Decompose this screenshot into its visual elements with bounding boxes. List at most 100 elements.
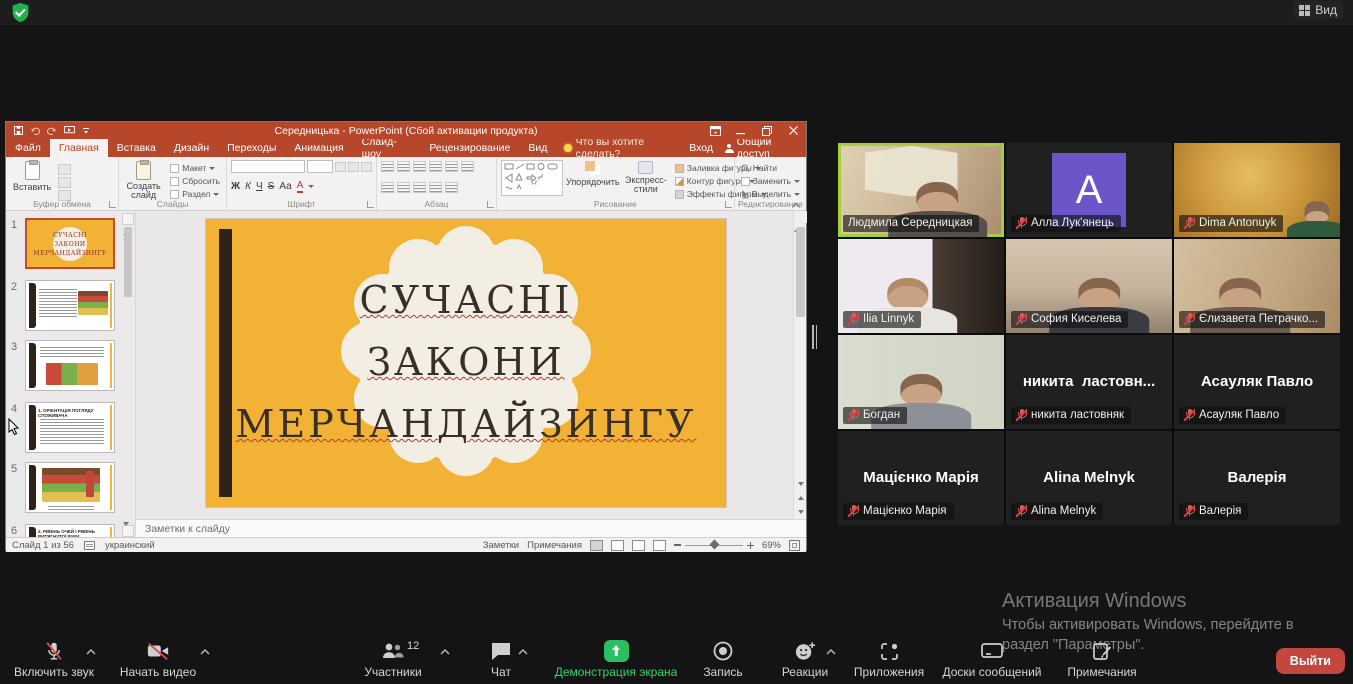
scroll-up-button[interactable]	[794, 211, 807, 223]
new-slide-button[interactable]: Создать слайд	[123, 160, 164, 201]
tab-transitions[interactable]: Переходы	[218, 139, 285, 157]
zoom-control[interactable]	[674, 542, 754, 549]
slide-thumbnail-5[interactable]	[25, 462, 115, 513]
participant-tile[interactable]: София Киселева	[1006, 239, 1172, 333]
participant-tile[interactable]: никита ластовн... никита ластовняк	[1006, 335, 1172, 429]
decrease-indent-button[interactable]	[413, 161, 426, 172]
leave-meeting-button[interactable]: Выйти	[1276, 648, 1345, 674]
paragraph-dialog-launcher[interactable]	[487, 201, 494, 208]
participants-options-chevron[interactable]	[440, 649, 450, 655]
slide-thumbnail-4[interactable]: 1. ОРІЄНТАЦІЯ ПОГЛЯДУ СПОЖИВАЧА	[25, 402, 115, 453]
arrange-button[interactable]: Упорядочить	[567, 160, 619, 188]
scroll-down-button[interactable]	[794, 477, 807, 491]
annotations-button[interactable]: Примечания	[1058, 639, 1146, 679]
tab-file[interactable]: Файл	[6, 139, 50, 157]
slide-canvas[interactable]: СУЧАСНІ ЗАКОНИ МЕРЧАНДАЙЗИНГУ	[136, 211, 806, 519]
notes-pane[interactable]: Заметки к слайду	[136, 519, 806, 537]
reset-button[interactable]: Сбросить	[168, 175, 222, 187]
columns-button[interactable]	[445, 182, 458, 193]
chat-button[interactable]: Чат	[478, 639, 524, 679]
close-button[interactable]	[780, 122, 806, 139]
cut-button[interactable]	[58, 164, 71, 175]
ribbon-display-options-button[interactable]	[702, 122, 728, 139]
undo-icon[interactable]	[30, 126, 40, 135]
start-slideshow-icon[interactable]	[64, 126, 75, 135]
font-name-input[interactable]	[231, 160, 305, 173]
chat-options-chevron[interactable]	[518, 649, 528, 655]
slideshow-view-button[interactable]	[653, 540, 666, 551]
tab-review[interactable]: Рецензирование	[420, 139, 519, 157]
participants-button[interactable]: 12 Участники	[355, 639, 431, 679]
tab-animations[interactable]: Анимация	[285, 139, 352, 157]
canvas-scrollbar[interactable]	[793, 211, 806, 519]
view-button[interactable]: Вид	[1293, 1, 1343, 19]
numbering-button[interactable]	[397, 161, 410, 172]
slide-thumbnail-6[interactable]: 2. РІВЕНЬ ОЧЕЙ І РІВЕНЬ ВИТЯГНУТОЇ РУКИ	[25, 524, 115, 537]
tab-design[interactable]: Дизайн	[165, 139, 218, 157]
slide-thumbnail-3[interactable]	[25, 340, 115, 391]
font-color-button[interactable]: А	[297, 180, 304, 193]
slide-thumbnail-panel[interactable]: 1 СУЧАСНІЗАКОНИ МЕРЧАНДАЙЗИНГУ 2 3	[6, 211, 136, 537]
scroll-down-button[interactable]	[122, 525, 134, 537]
clear-formatting-button[interactable]	[361, 162, 372, 172]
zoom-out-icon[interactable]	[674, 544, 681, 546]
slide-sorter-view-button[interactable]	[611, 540, 624, 551]
clipboard-dialog-launcher[interactable]	[109, 201, 116, 208]
redo-icon[interactable]	[47, 126, 57, 135]
customize-qat-icon[interactable]	[82, 127, 90, 135]
justify-button[interactable]	[429, 182, 442, 193]
current-slide[interactable]: СУЧАСНІ ЗАКОНИ МЕРЧАНДАЙЗИНГУ	[206, 219, 726, 507]
participant-tile[interactable]: A Алла Лук'янець	[1006, 143, 1172, 237]
increase-indent-button[interactable]	[429, 161, 442, 172]
paste-button[interactable]: Вставить	[10, 160, 54, 193]
strikethrough-button[interactable]: S	[268, 181, 275, 192]
fit-slide-button[interactable]	[789, 540, 800, 551]
shrink-font-button[interactable]	[348, 162, 359, 172]
scrollbar-thumb[interactable]	[124, 227, 132, 297]
tab-view[interactable]: Вид	[519, 139, 556, 157]
italic-button[interactable]: К	[245, 181, 251, 192]
whiteboards-button[interactable]: Доски сообщений	[934, 639, 1050, 679]
scroll-up-button[interactable]	[122, 213, 134, 225]
audio-options-chevron[interactable]	[86, 649, 96, 655]
bullets-button[interactable]	[381, 161, 394, 172]
find-button[interactable]: Найти	[739, 162, 802, 174]
video-options-chevron[interactable]	[200, 649, 210, 655]
ppt-titlebar[interactable]: Середницька - PowerPoint (Сбой активации…	[6, 122, 806, 139]
participant-tile[interactable]: Ilia Linnyk	[838, 239, 1004, 333]
language-label[interactable]: украинский	[105, 540, 155, 551]
change-case-button[interactable]: Аа	[279, 181, 291, 192]
replace-button[interactable]: Заменить	[739, 175, 802, 187]
zoom-level[interactable]: 69%	[762, 540, 781, 551]
slide-thumbnail-1[interactable]: СУЧАСНІЗАКОНИ МЕРЧАНДАЙЗИНГУ	[25, 218, 115, 269]
scrollbar-thumb[interactable]	[796, 227, 805, 317]
underline-button[interactable]: Ч	[256, 181, 263, 192]
participant-tile[interactable]: Богдан	[838, 335, 1004, 429]
participant-tile[interactable]: Alina Melnyk Alina Melnyk	[1006, 431, 1172, 525]
save-icon[interactable]	[14, 126, 23, 135]
reactions-button[interactable]: Реакции	[773, 639, 837, 679]
grow-font-button[interactable]	[335, 162, 346, 172]
participant-tile[interactable]: Людмила Середницкая	[838, 143, 1004, 237]
align-left-button[interactable]	[381, 182, 394, 193]
collapse-ribbon-button[interactable]	[792, 203, 800, 208]
zoom-slider-thumb[interactable]	[710, 540, 720, 550]
quick-styles-button[interactable]: Экспресс-стили	[623, 160, 669, 195]
layout-button[interactable]: Макет	[168, 162, 222, 174]
tell-me-search[interactable]: Что вы хотите сделать?	[556, 139, 689, 157]
drawing-dialog-launcher[interactable]	[725, 201, 732, 208]
thumbnail-scrollbar[interactable]	[122, 213, 134, 537]
slide-title[interactable]: СУЧАСНІ ЗАКОНИ МЕРЧАНДАЙЗИНГУ	[206, 269, 726, 455]
participant-tile[interactable]: Валерія Валерія	[1174, 431, 1340, 525]
participant-tile[interactable]: Єлизавета Петрачко...	[1174, 239, 1340, 333]
align-right-button[interactable]	[413, 182, 426, 193]
tab-insert[interactable]: Вставка	[108, 139, 165, 157]
font-dialog-launcher[interactable]	[367, 201, 374, 208]
comments-toggle[interactable]: Примечания	[527, 540, 582, 551]
restore-button[interactable]	[754, 122, 780, 139]
participant-tile[interactable]: Мацієнко Марія Мацієнко Марія	[838, 431, 1004, 525]
signin-button[interactable]: Вход	[689, 142, 713, 154]
zoom-slider[interactable]	[685, 545, 743, 546]
screen-share-button[interactable]: Демонстрация экрана	[550, 639, 682, 679]
participant-tile[interactable]: Dima Antonuyk	[1174, 143, 1340, 237]
